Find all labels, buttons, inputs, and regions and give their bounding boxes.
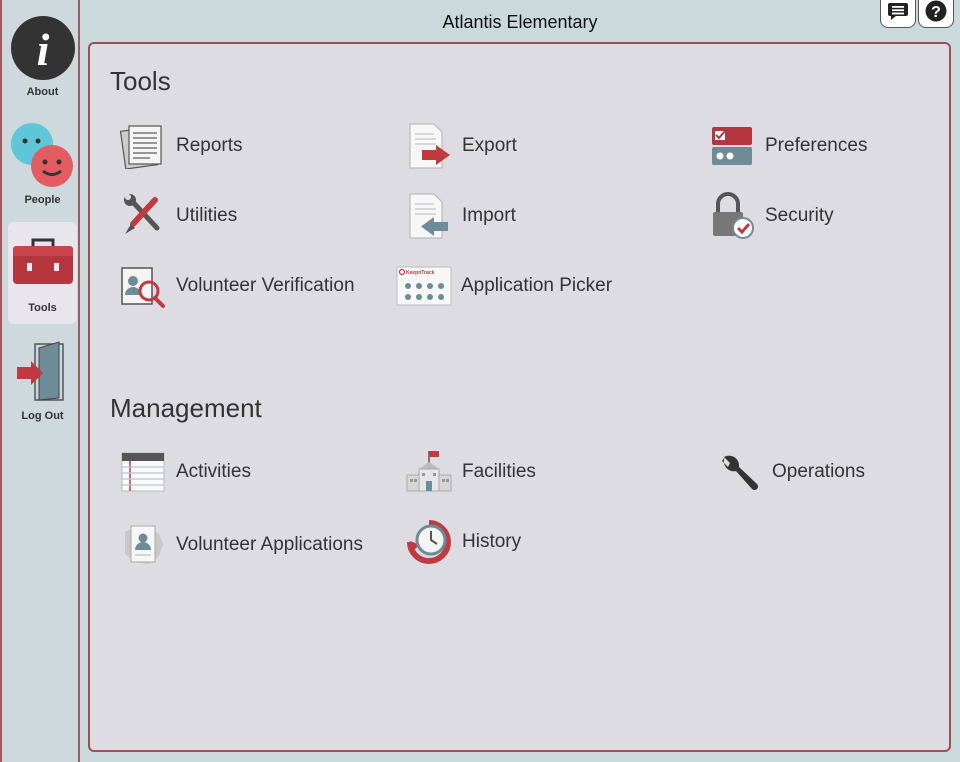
volunteer-verification-icon (118, 261, 168, 311)
sidebar-item-label: People (24, 194, 61, 206)
tool-label: Reports (176, 135, 243, 156)
app-picker-brand: KeepnTrack (406, 270, 435, 276)
import-icon (404, 191, 454, 241)
sidebar-item-label: About (26, 86, 59, 98)
tool-label: Operations (772, 461, 865, 482)
tool-label: History (462, 531, 522, 552)
tool-history[interactable]: History (404, 517, 521, 567)
tool-security[interactable]: Security (707, 191, 834, 241)
tool-operations[interactable]: Operations (714, 447, 865, 497)
logout-door-icon (13, 340, 73, 409)
tool-volunteer-verification[interactable]: Volunteer Verification (118, 261, 355, 311)
top-buttons: ? (880, 0, 956, 30)
svg-text:?: ? (931, 4, 941, 21)
tool-label: Volunteer Verification (176, 275, 355, 296)
help-icon: ? (925, 0, 947, 27)
svg-text:i: i (36, 24, 49, 75)
tool-label: Activities (176, 461, 251, 482)
facilities-building-icon (404, 447, 454, 497)
activities-notepad-icon (118, 447, 168, 497)
tool-activities[interactable]: Activities (118, 447, 251, 497)
tool-facilities[interactable]: Facilities (404, 447, 536, 497)
tool-label: Utilities (176, 205, 238, 226)
window-title: Atlantis Elementary (442, 12, 598, 32)
tool-label: Application Picker (461, 275, 613, 296)
operations-wrench-icon (714, 447, 764, 497)
export-icon (404, 121, 454, 171)
history-clock-icon (404, 517, 454, 567)
reports-icon (118, 121, 168, 171)
tool-label: Preferences (765, 135, 868, 156)
security-lock-icon (707, 191, 757, 241)
tool-preferences[interactable]: Preferences (707, 121, 867, 171)
management-section-title: Management (110, 393, 262, 423)
tool-application-picker[interactable]: KeepnTrack Application Picker (395, 261, 612, 311)
tool-label: Export (462, 135, 517, 156)
tool-export[interactable]: Export (404, 121, 517, 171)
chat-icon (887, 1, 909, 26)
sidebar-item-label: Tools (28, 302, 57, 314)
sidebar: i About People Tools Log Out (0, 0, 80, 762)
toolbox-icon (11, 236, 75, 291)
utilities-icon (118, 191, 168, 241)
tool-utilities[interactable]: Utilities (118, 191, 237, 241)
sidebar-item-about[interactable]: i About (8, 8, 77, 110)
tool-label: Security (765, 205, 834, 226)
help-button[interactable]: ? (918, 0, 954, 28)
sidebar-item-tools[interactable]: Tools (8, 222, 77, 324)
tools-section-title: Tools (110, 66, 171, 96)
tool-label: Volunteer Applications (176, 534, 363, 555)
volunteer-applications-icon (118, 520, 168, 570)
main-panel: Tools Reports Export Preferences Utiliti… (88, 42, 951, 752)
sidebar-item-people[interactable]: People (8, 116, 77, 218)
tool-reports[interactable]: Reports (118, 121, 243, 171)
chat-button[interactable] (880, 0, 916, 28)
tool-label: Facilities (462, 461, 536, 482)
application-picker-icon: KeepnTrack (395, 261, 453, 311)
people-icon (10, 122, 76, 193)
sidebar-item-label: Log Out (21, 410, 64, 422)
info-icon: i (10, 15, 76, 86)
sidebar-item-logout[interactable]: Log Out (8, 330, 77, 432)
tool-volunteer-applications[interactable]: Volunteer Applications (118, 520, 363, 570)
tool-label: Import (462, 205, 516, 226)
preferences-icon (707, 121, 757, 171)
tool-import[interactable]: Import (404, 191, 516, 241)
